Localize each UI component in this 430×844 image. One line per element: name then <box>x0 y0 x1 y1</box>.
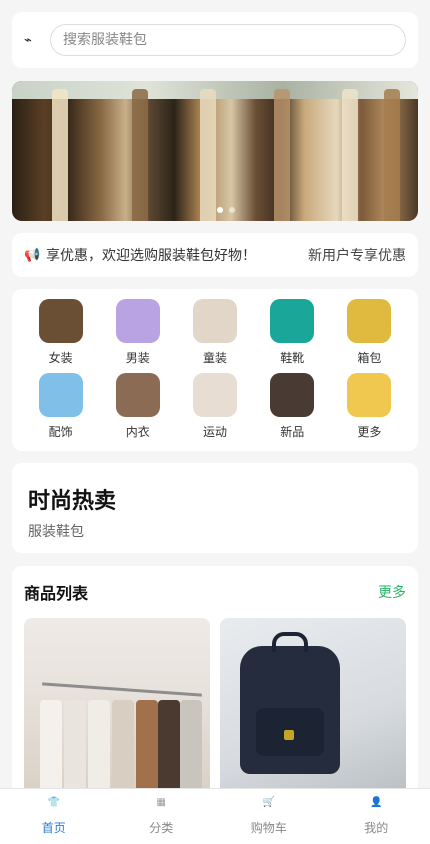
shirt-icon: 👕 <box>47 797 60 808</box>
category-grid: 女装 男装 童装 鞋靴 箱包 配饰 内衣 运动 新品 更多 <box>12 289 418 451</box>
category-label: 内衣 <box>125 425 150 439</box>
category-image <box>347 299 392 343</box>
category-label: 箱包 <box>357 351 382 365</box>
tab-home[interactable]: 👕 首页 <box>0 789 108 844</box>
product-shirt <box>136 700 158 798</box>
cart-icon: 🛒 <box>262 797 275 808</box>
clothes-rail <box>42 682 202 697</box>
search-bar: ⌁ <box>12 12 418 68</box>
product-shirt <box>88 700 110 798</box>
bottom-tabbar: 👕 首页 ▦ 分类 🛒 购物车 👤 我的 <box>0 788 430 844</box>
tab-label: 我的 <box>364 821 389 835</box>
category-item[interactable]: 运动 <box>176 373 253 441</box>
hot-title: 时尚热卖 <box>28 489 117 514</box>
category-item[interactable]: 配饰 <box>22 373 99 441</box>
product-card[interactable] <box>220 618 406 798</box>
category-item[interactable]: 女装 <box>22 299 99 367</box>
product-shirt <box>112 700 134 798</box>
category-image <box>270 373 315 417</box>
banner-carousel[interactable] <box>12 81 418 221</box>
tab-cart[interactable]: 🛒 购物车 <box>215 789 323 844</box>
category-image <box>192 299 237 343</box>
product-shirt <box>64 700 86 798</box>
backpack-handle <box>272 632 308 652</box>
banner-garment <box>132 89 148 221</box>
banner-garment <box>52 89 68 221</box>
product-shirt <box>180 700 202 798</box>
more-link[interactable]: 更多 <box>378 582 406 602</box>
category-label: 运动 <box>202 425 227 439</box>
carousel-dots <box>217 207 235 213</box>
category-label: 新品 <box>280 425 305 439</box>
category-image <box>270 299 315 343</box>
tab-profile[interactable]: 👤 我的 <box>323 789 430 844</box>
category-item[interactable]: 更多 <box>331 373 408 441</box>
category-item[interactable]: 新品 <box>254 373 331 441</box>
backpack-logo <box>284 730 294 740</box>
category-image <box>347 373 392 417</box>
category-label: 男装 <box>125 351 150 365</box>
banner-garment <box>384 89 400 221</box>
banner-garment <box>200 89 216 221</box>
search-box[interactable] <box>50 24 406 56</box>
banner-garment <box>342 89 358 221</box>
category-label: 配饰 <box>48 425 73 439</box>
carousel-dot[interactable] <box>229 207 235 213</box>
category-label: 童装 <box>202 351 227 365</box>
category-image <box>115 373 160 417</box>
notice-bar[interactable]: 📢 享优惠，欢迎选购服装鞋包好物！ 新用户专享优惠 <box>12 233 418 277</box>
category-item[interactable]: 童装 <box>176 299 253 367</box>
banner-garment <box>274 89 290 221</box>
hot-subtitle: 服装鞋包 <box>28 524 84 540</box>
product-shirt <box>40 700 62 798</box>
logo-icon: ⌁ <box>24 32 32 48</box>
category-label: 女装 <box>48 351 73 365</box>
tab-label: 购物车 <box>250 821 287 835</box>
category-label: 鞋靴 <box>280 351 305 365</box>
tab-label: 分类 <box>149 821 174 835</box>
tab-category[interactable]: ▦ 分类 <box>108 789 216 844</box>
category-image <box>115 299 160 343</box>
category-item[interactable]: 男装 <box>99 299 176 367</box>
hot-sale-banner[interactable]: 时尚热卖 服装鞋包 <box>12 463 418 553</box>
category-label: 更多 <box>357 425 382 439</box>
search-input[interactable] <box>63 32 393 48</box>
notice-text: 享优惠，欢迎选购服装鞋包好物！ <box>46 248 256 264</box>
user-icon: 👤 <box>370 797 383 808</box>
tab-label: 首页 <box>41 821 66 835</box>
carousel-dot[interactable] <box>217 207 223 213</box>
notice-promo[interactable]: 新用户专享优惠 <box>308 245 406 265</box>
category-image <box>38 299 83 343</box>
category-image <box>192 373 237 417</box>
speaker-icon: 📢 <box>24 247 41 263</box>
product-list-section: 商品列表 更多 <box>12 566 418 816</box>
grid-icon: ▦ <box>156 797 166 808</box>
product-list-title: 商品列表 <box>24 584 89 603</box>
category-item[interactable]: 内衣 <box>99 373 176 441</box>
category-item[interactable]: 鞋靴 <box>254 299 331 367</box>
product-shirt <box>158 700 180 798</box>
category-image <box>38 373 83 417</box>
category-item[interactable]: 箱包 <box>331 299 408 367</box>
product-card[interactable] <box>24 618 210 798</box>
